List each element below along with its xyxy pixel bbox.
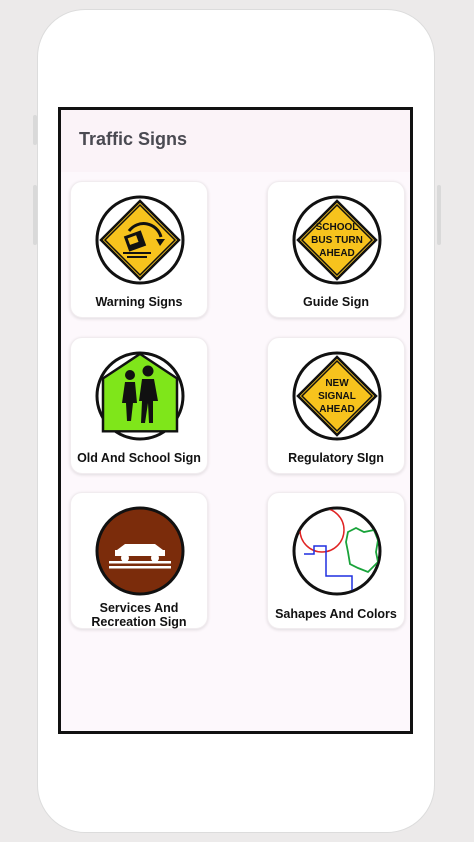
card-label-line-1: Services And <box>99 601 179 615</box>
card-label: Regulatory SIgn <box>288 451 384 465</box>
card-regulatory-sign[interactable]: NEW SIGNAL AHEAD Regulatory SIgn <box>267 337 405 474</box>
sign-text-line-3: AHEAD <box>319 248 355 259</box>
card-shapes-and-colors[interactable]: Sahapes And Colors <box>267 492 405 629</box>
side-button-right <box>437 185 441 245</box>
sign-text-line-2: BUS TURN <box>311 235 363 246</box>
card-old-and-school-sign[interactable]: Old And School Sign <box>70 337 208 474</box>
sign-text-line-3: AHEAD <box>319 404 355 415</box>
school-bus-turn-sign-icon: SCHOOL BUS TURN AHEAD <box>292 195 382 285</box>
boat-ramp-sign-icon <box>95 506 185 596</box>
sign-text-line-2: SIGNAL <box>318 391 356 402</box>
card-label: Old And School Sign <box>77 451 201 465</box>
app-screen: Traffic Signs Warning Signs SCHOOL BUS T… <box>58 107 413 734</box>
card-label: Sahapes And Colors <box>275 607 397 621</box>
card-label: Guide Sign <box>303 295 369 309</box>
new-signal-ahead-sign-icon: NEW SIGNAL AHEAD <box>292 351 382 441</box>
page-title: Traffic Signs <box>79 129 188 149</box>
card-services-and-recreation-sign[interactable]: Services And Recreation Sign <box>70 492 208 629</box>
sign-text-line-1: SCHOOL <box>316 222 359 233</box>
shapes-and-colors-icon <box>292 506 382 596</box>
card-label-line-2: Recreation Sign <box>91 615 187 629</box>
warning-sign-icon <box>95 195 185 285</box>
card-guide-sign[interactable]: SCHOOL BUS TURN AHEAD Guide Sign <box>267 181 405 318</box>
card-label: Warning Signs <box>95 295 183 309</box>
side-button-left-2 <box>33 185 37 245</box>
sign-text-line-1: NEW <box>325 378 349 389</box>
card-warning-signs[interactable]: Warning Signs <box>70 181 208 318</box>
school-children-sign-icon <box>95 351 185 441</box>
side-button-left <box>33 115 37 145</box>
app-bar: Traffic Signs <box>61 110 410 172</box>
